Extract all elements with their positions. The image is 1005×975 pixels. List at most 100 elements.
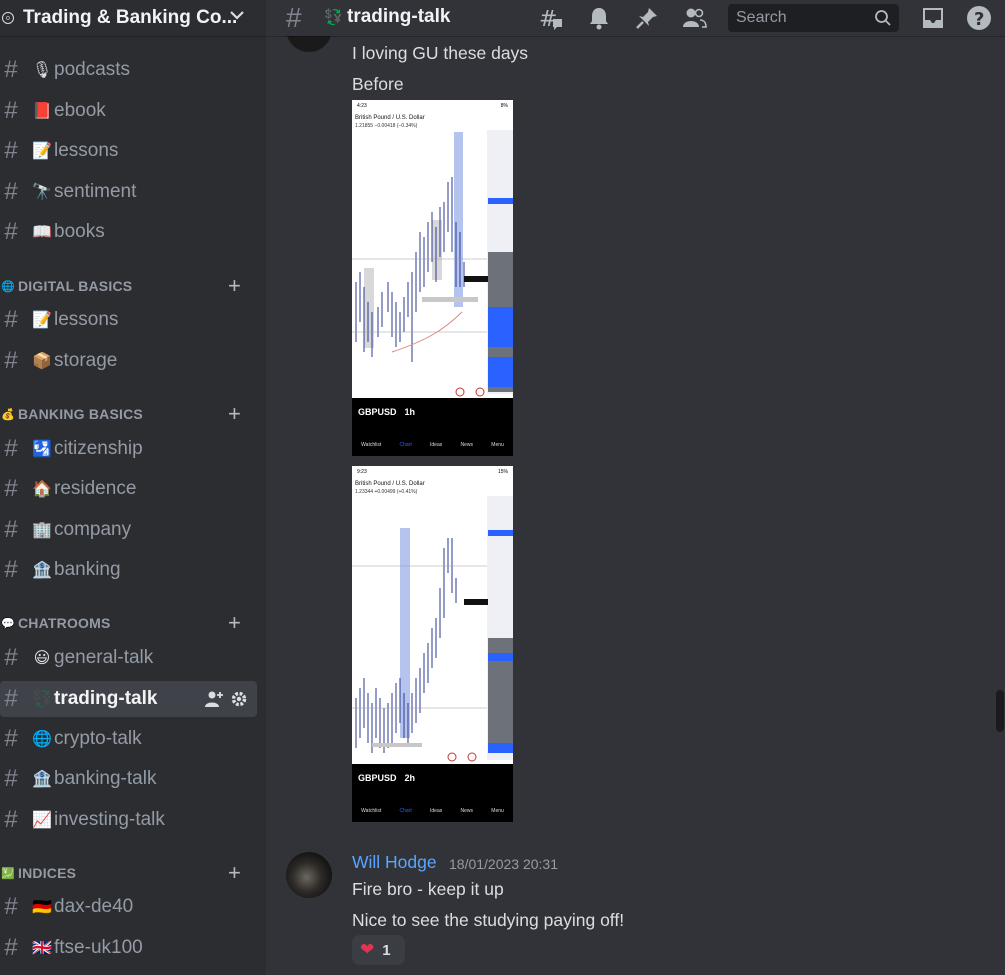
channel-dax-de40[interactable]: # 🇩🇪 dax-de40 — [0, 889, 257, 925]
channel-emoji: 🇩🇪 — [32, 899, 52, 916]
phone-nav-item: Menu — [491, 442, 504, 448]
attachment-image-2[interactable]: 9:23 15% British Pound / U.S. Dollar 1.23… — [352, 466, 513, 822]
category-label: BANKING BASICS — [18, 406, 143, 422]
hash-icon: # — [4, 725, 18, 752]
hash-icon: # — [4, 644, 18, 671]
channel-banking-talk[interactable]: # 🏦 banking-talk — [0, 761, 257, 797]
server-header[interactable]: o Trading & Banking Co... — [0, 0, 266, 36]
add-channel-icon[interactable]: + — [228, 275, 241, 297]
channel-residence[interactable]: # 🏠 residence — [0, 471, 257, 507]
settings-gear-icon[interactable] — [230, 690, 248, 708]
channel-emoji: 💱 — [32, 691, 52, 708]
channel-sentiment[interactable]: # 🔭 sentiment — [0, 174, 257, 210]
channel-lessons-digital[interactable]: # 📝 lessons — [0, 302, 257, 338]
threads-icon[interactable]: # — [538, 5, 564, 31]
search-input[interactable]: Search — [728, 4, 899, 32]
chart-symbol: GBPUSD — [358, 407, 397, 417]
channel-crypto-talk[interactable]: # 🌐 crypto-talk — [0, 721, 257, 757]
channel-label: storage — [54, 350, 118, 371]
category-chatrooms[interactable]: 💬 CHATROOMS + — [0, 612, 257, 634]
hash-icon: # — [4, 806, 18, 833]
reaction-count: 1 — [382, 941, 391, 959]
channel-banking[interactable]: # 🏦 banking — [0, 552, 257, 588]
phone-time: 4:23 — [357, 103, 367, 109]
phone-battery: 15% — [497, 469, 508, 475]
phone-nav-item: News — [460, 442, 474, 448]
channel-label: lessons — [54, 140, 119, 161]
channel-ebook[interactable]: # 📕 ebook — [0, 93, 257, 129]
add-channel-icon[interactable]: + — [228, 862, 241, 884]
phone-nav-item: Chart — [399, 808, 412, 814]
chart-timeframe: 2h — [404, 773, 416, 783]
category-indices[interactable]: 💹 INDICES + — [0, 862, 257, 884]
channel-emoji: 🔭 — [32, 184, 52, 201]
add-channel-icon[interactable]: + — [228, 403, 241, 425]
channel-label: company — [54, 519, 132, 540]
add-channel-icon[interactable]: + — [228, 612, 241, 634]
phone-nav-item: Watchlist — [361, 442, 382, 448]
member-list-icon[interactable] — [681, 5, 707, 31]
channel-lessons[interactable]: # 📝 lessons — [0, 133, 257, 169]
category-label: CHATROOMS — [18, 615, 111, 631]
phone-nav-item: Menu — [491, 808, 504, 814]
hash-icon: # — [4, 893, 18, 920]
channel-podcasts[interactable]: # 🎙 podcasts — [0, 52, 257, 88]
inbox-icon[interactable] — [920, 5, 946, 31]
attachment-image-1[interactable]: 4:23 8% British Pound / U.S. Dollar 1.218… — [352, 100, 513, 456]
avatar[interactable] — [286, 36, 332, 52]
channel-books[interactable]: # 📖 books — [0, 214, 257, 250]
phone-nav-item: Chart — [399, 442, 412, 448]
channel-label: ftse-uk100 — [54, 937, 143, 958]
channel-emoji: 🌐 — [32, 731, 52, 748]
phone-nav-item: Ideas — [430, 808, 443, 814]
channel-label: lessons — [54, 309, 119, 330]
channel-emoji: 🏦 — [32, 771, 52, 788]
hash-icon: # — [4, 97, 18, 124]
category-label: DIGITAL BASICS — [18, 278, 133, 294]
channel-emoji: 🏢 — [32, 522, 52, 539]
channel-emoji: 📝 — [32, 143, 52, 160]
chart-icon: 💹 — [1, 867, 15, 880]
phone-nav-item: Ideas — [430, 442, 443, 448]
message-list: I loving GU these days Before 4:23 8% Bri… — [266, 36, 1005, 975]
channel-emoji: 📖 — [32, 224, 52, 241]
reaction-heart[interactable]: ❤ 1 — [352, 935, 405, 965]
hash-icon: # — [286, 2, 302, 33]
channel-trading-talk[interactable]: # 💱 trading-talk — [0, 681, 257, 717]
hash-icon: # — [4, 516, 18, 543]
category-banking-basics[interactable]: 💰 BANKING BASICS + — [0, 403, 257, 425]
pin-icon[interactable] — [634, 5, 660, 31]
candlestick-chart — [352, 496, 513, 762]
chevron-down-icon[interactable] — [228, 6, 246, 24]
channel-general-talk[interactable]: # 😃 general-talk — [0, 640, 257, 676]
avatar[interactable] — [286, 852, 332, 898]
channel-label: crypto-talk — [54, 728, 142, 749]
channel-label: trading-talk — [54, 688, 158, 709]
channel-label: general-talk — [54, 647, 154, 668]
invite-user-icon[interactable] — [204, 690, 224, 708]
symbol-bar: GBPUSD 2h — [352, 764, 513, 792]
scrollbar-thumb[interactable] — [996, 690, 1004, 732]
bell-icon[interactable] — [586, 5, 612, 31]
channel-label: investing-talk — [54, 809, 165, 830]
hash-icon: # — [4, 137, 18, 164]
channel-storage[interactable]: # 📦 storage — [0, 343, 257, 379]
message-author[interactable]: Will Hodge — [352, 852, 437, 873]
channel-ftse-uk100[interactable]: # 🇬🇧 ftse-uk100 — [0, 930, 257, 966]
channel-emoji: 📕 — [32, 103, 52, 120]
channel-emoji: 🇬🇧 — [32, 940, 52, 957]
channel-emoji: 🎙 — [31, 62, 53, 79]
channel-investing-talk[interactable]: # 📈 investing-talk — [0, 802, 257, 838]
candlestick-chart — [352, 130, 513, 397]
search-placeholder: Search — [736, 9, 787, 26]
help-icon[interactable]: ? — [966, 5, 992, 31]
channel-emoji: 📦 — [32, 353, 52, 370]
channel-header: # 💱 trading-talk # Search ? — [266, 0, 1005, 36]
channel-label: podcasts — [54, 59, 131, 80]
channel-company[interactable]: # 🏢 company — [0, 512, 257, 548]
symbol-bar: GBPUSD 1h — [352, 398, 513, 426]
category-digital-basics[interactable]: 🌐 DIGITAL BASICS + — [0, 275, 257, 297]
svg-text:?: ? — [974, 9, 984, 30]
phone-nav-item: Watchlist — [361, 808, 382, 814]
channel-citizenship[interactable]: # 🛂 citizenship — [0, 431, 257, 467]
